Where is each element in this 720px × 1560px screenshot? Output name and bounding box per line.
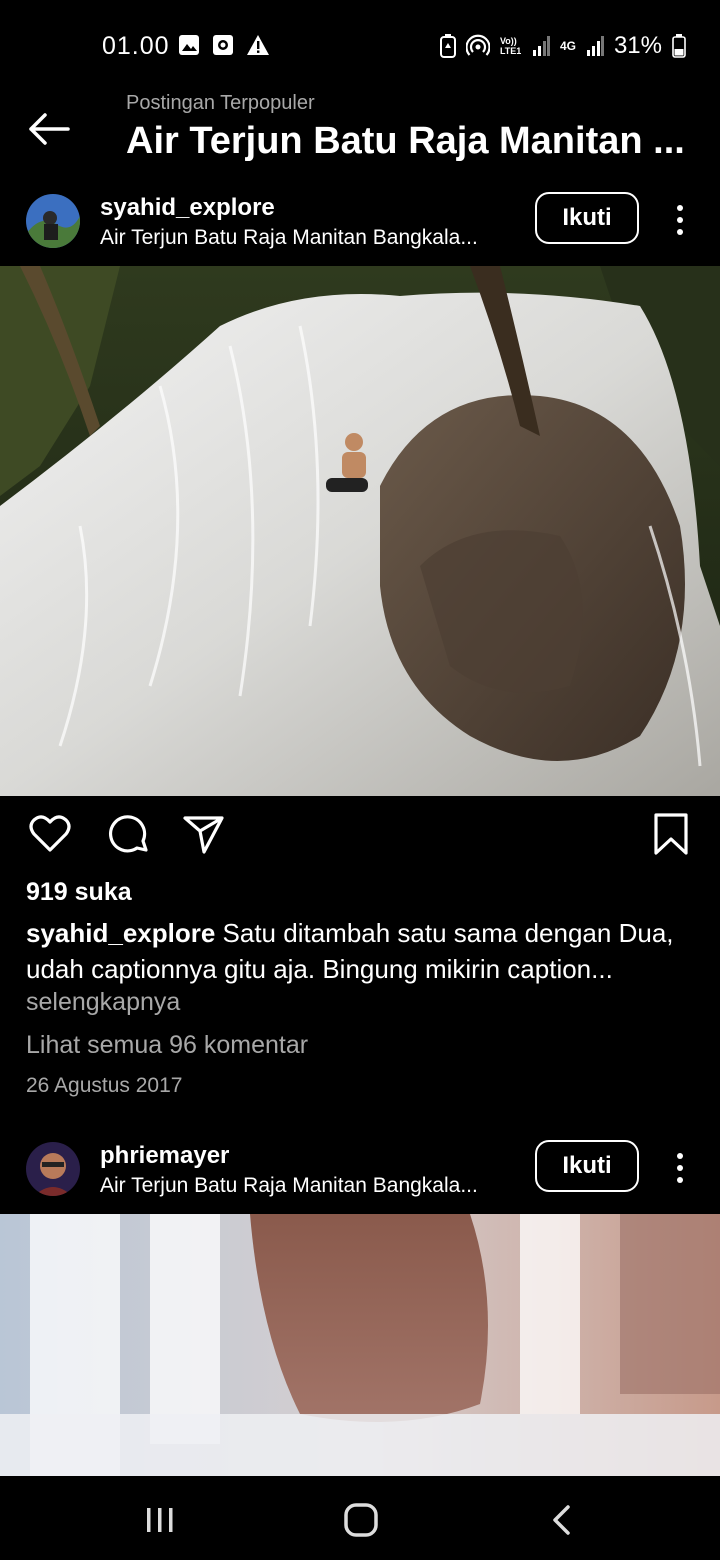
post-image[interactable] [0,266,720,796]
avatar[interactable] [26,1142,80,1196]
follow-button[interactable]: Ikuti [535,1140,639,1192]
post-location[interactable]: Air Terjun Batu Raja Manitan Bangkala... [100,1174,520,1198]
page-header: Postingan Terpopuler Air Terjun Batu Raj… [0,92,720,182]
network-type-icon: 4G [559,39,576,53]
battery-saver-icon [439,34,456,58]
avatar[interactable] [26,194,80,248]
post-header: syahid_explore Air Terjun Batu Raja Mani… [0,192,720,266]
page-title: Air Terjun Batu Raja Manitan ... [126,120,685,162]
header-subtitle: Postingan Terpopuler [126,92,315,114]
back-arrow-icon[interactable] [26,106,72,152]
battery-icon [672,34,686,58]
post-location[interactable]: Air Terjun Batu Raja Manitan Bangkala... [100,226,520,250]
follow-button[interactable]: Ikuti [535,192,639,244]
post-header: phriemayer Air Terjun Batu Raja Manitan … [0,1140,720,1214]
system-nav-bar [0,1476,720,1560]
screen-record-icon [213,35,233,55]
post-username[interactable]: phriemayer [100,1142,229,1170]
back-icon[interactable] [548,1504,576,1536]
caption-username[interactable]: syahid_explore [26,918,215,948]
more-options-icon[interactable] [668,202,692,238]
likes-count[interactable]: 919 suka [26,878,132,907]
hotspot-icon [465,34,490,56]
status-bar: 01.00 Vo)) LTE1 4G 31% [0,0,720,92]
view-comments-link[interactable]: Lihat semua 96 komentar [26,1031,308,1060]
battery-percent: 31% [613,32,662,59]
share-icon[interactable] [182,812,226,856]
post-date: 26 Agustus 2017 [26,1074,183,1097]
heart-icon[interactable] [28,812,72,856]
see-more-link[interactable]: selengkapnya [26,988,180,1017]
post-image[interactable] [0,1214,720,1476]
volte-icon: Vo)) LTE1 [499,36,522,56]
gallery-icon [179,35,199,55]
warning-icon [247,35,269,55]
more-options-icon[interactable] [668,1150,692,1186]
post-actions [0,812,720,862]
signal-icon [586,36,604,56]
home-icon[interactable] [343,1502,379,1538]
comment-icon[interactable] [106,812,150,856]
bookmark-icon[interactable] [652,812,690,856]
signal-icon [532,36,550,56]
post-username[interactable]: syahid_explore [100,194,275,222]
recent-apps-icon[interactable] [144,1506,176,1534]
post-caption: syahid_explore Satu ditambah satu sama d… [26,915,696,987]
status-time: 01.00 [102,32,170,60]
